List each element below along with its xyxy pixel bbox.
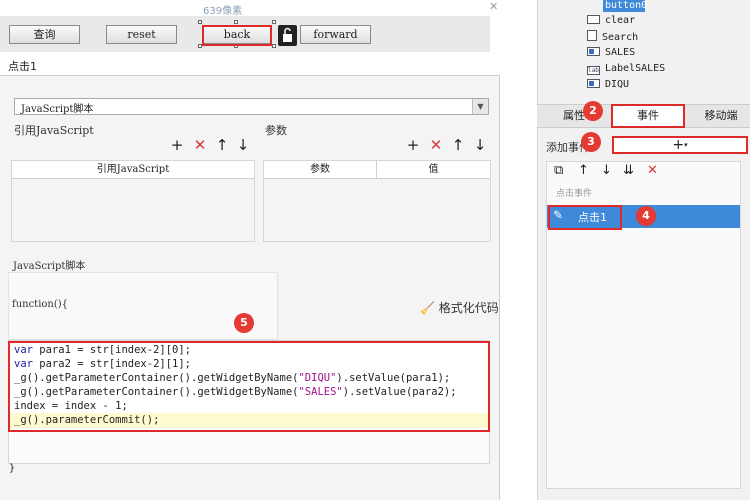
arrow-up-icon[interactable]: ↑ [451,137,465,153]
function-closing-brace: } [9,463,16,474]
resize-handle[interactable] [234,20,238,24]
label-widget-icon: lab [587,66,600,75]
dialog-title: 点击1 [0,52,500,76]
function-header: function(){ [12,299,69,310]
tree-item-diqu[interactable]: DIQU [587,78,629,92]
copy-icon[interactable]: ⧉ [554,163,563,179]
tree-item-clear[interactable]: clear [587,14,635,28]
forward-button[interactable]: forward [300,25,371,44]
callout-3: 3 [581,132,601,152]
ref-javascript-table[interactable]: 引用JavaScript [11,160,255,242]
arrow-up-icon[interactable]: ↑ [215,137,229,153]
add-icon[interactable]: + [170,137,184,153]
broom-icon: 🧹 [420,301,435,315]
script-type-select[interactable]: JavaScript脚本 ▼ [14,98,489,115]
search-widget-icon [587,30,597,41]
add-icon[interactable]: + [406,137,420,153]
button-widget-icon [587,15,600,24]
resize-handle[interactable] [272,20,276,24]
add-icon: + [672,137,685,153]
ref-table-header: 引用JavaScript [12,161,254,179]
reset-button[interactable]: reset [106,25,177,44]
callout-5: 5 [234,313,254,333]
ref-javascript-label: 引用JavaScript [14,124,94,137]
chevron-down-icon: ▾ [684,141,688,149]
arrow-down-icon[interactable]: ↓ [473,137,487,153]
resize-handle[interactable] [272,44,276,48]
tree-item-labelsales[interactable]: lab LabelSALES [587,62,665,76]
delete-icon[interactable]: ✕ [647,163,658,179]
tree-item-search[interactable]: Search [587,30,638,44]
lock-icon[interactable] [278,25,297,46]
script-type-value: JavaScript脚本 [21,104,94,115]
param-name-header: 参数 [264,161,377,179]
arrow-down-icon[interactable]: ↓ [601,163,612,179]
tree-item-selected[interactable]: button0 [603,0,647,12]
param-value-header: 值 [377,161,490,179]
tab-events[interactable]: 事件 [611,104,685,128]
back-button-highlight [202,25,272,46]
query-button[interactable]: 查询 [9,25,80,44]
tab-mobile[interactable]: 移动端 [692,104,750,128]
code-highlight-box[interactable]: var para1 = str[index-2][0]; var para2 =… [8,341,490,432]
code-line-4: _g().getParameterContainer().getWidgetBy… [14,386,457,398]
code-line-2: var para2 = str[index-2][1]; [14,358,192,370]
pixel-width-label: 639像素 [203,6,243,17]
code-line-1: var para1 = str[index-2][0]; [14,344,192,356]
arrow-up-icon[interactable]: ↑ [578,163,589,179]
code-line-5: index = index - 1; [14,400,128,412]
add-event-button[interactable]: +▾ [612,136,748,154]
dropdown-widget-icon [587,79,600,88]
code-line-3: _g().getParameterContainer().getWidgetBy… [14,372,451,384]
dropdown-widget-icon [587,47,600,56]
delete-icon[interactable]: ✕ [193,137,207,153]
event-list-header: 点击事件 [556,189,593,199]
close-icon[interactable]: ✕ [489,0,498,13]
callout-2: 2 [583,101,603,121]
script-section-label: JavaScript脚本 [13,261,86,272]
chevron-down-icon[interactable]: ▼ [472,99,488,114]
format-code-button[interactable]: 🧹 格式化代码 [420,299,499,316]
callout-4: 4 [636,206,656,226]
event-item-highlight [548,205,622,230]
resize-handle[interactable] [198,20,202,24]
format-code-label: 格式化代码 [438,301,499,315]
tree-item-sales[interactable]: SALES [587,46,635,60]
move-bottom-icon[interactable]: ⇊ [623,163,634,179]
delete-icon[interactable]: ✕ [429,137,443,153]
code-line-6: _g().parameterCommit(); [14,414,160,426]
parameter-label: 参数 [265,124,287,137]
parameter-table[interactable]: 参数 值 [263,160,491,242]
arrow-down-icon[interactable]: ↓ [236,137,250,153]
